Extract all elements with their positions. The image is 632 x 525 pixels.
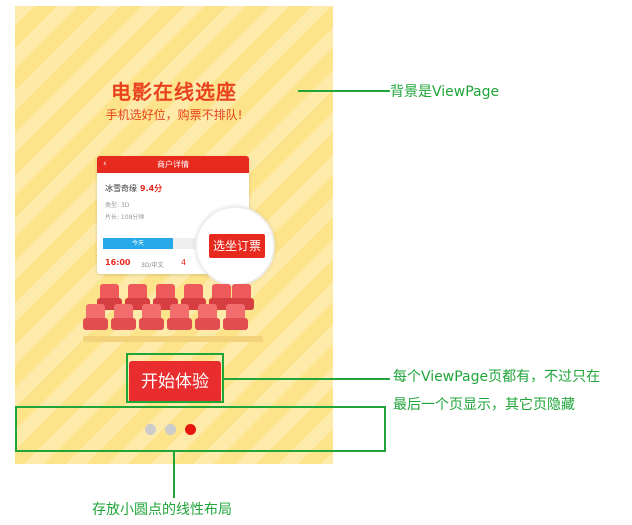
movie-title: 冰雪奇缘 [105,184,137,193]
card-title: 商户详情 [157,160,189,169]
seat-icon [223,304,248,331]
dots-highlight-box [15,406,386,452]
movie-name: 冰雪奇缘 9.4分 [105,183,162,194]
annotation-button-line2: 最后一个页显示，其它页隐藏 [393,397,575,413]
button-highlight-box [126,353,224,403]
button-leader-line [224,378,390,380]
card-title-bar: ‹ 商户详情 [97,156,249,173]
subline: 手机选好位，购票不排队! [105,108,243,122]
show-format: 3D/中文 [141,262,164,269]
movie-duration: 片长: 108分钟 [105,214,145,221]
headline: 电影在线选座 [111,80,237,104]
movie-rating: 9.4分 [140,184,163,193]
seat-floor [83,336,263,342]
movie-type: 类型: 3D [105,202,130,209]
cinema-seats-illustration [83,284,263,346]
seat-icon [83,304,108,331]
dots-leader-line [173,452,175,498]
tab-today: 今天 [103,238,173,249]
select-seat-button: 选坐订票 [209,234,265,258]
seat-icon [139,304,164,331]
background-leader-line [298,90,390,92]
back-arrow-icon: ‹ [103,159,107,169]
seat-icon [167,304,192,331]
magnifier-circle: 选坐订票 [195,206,275,286]
annotation-button-line1: 每个ViewPage页都有，不过只在 [393,369,601,385]
seat-icon [195,304,220,331]
show-extra: 4 [181,258,187,267]
annotation-background: 背景是ViewPage [390,84,500,100]
annotation-dots: 存放小圆点的线性布局 [92,502,232,518]
showtime: 16:00 [105,258,131,267]
seat-icon [111,304,136,331]
